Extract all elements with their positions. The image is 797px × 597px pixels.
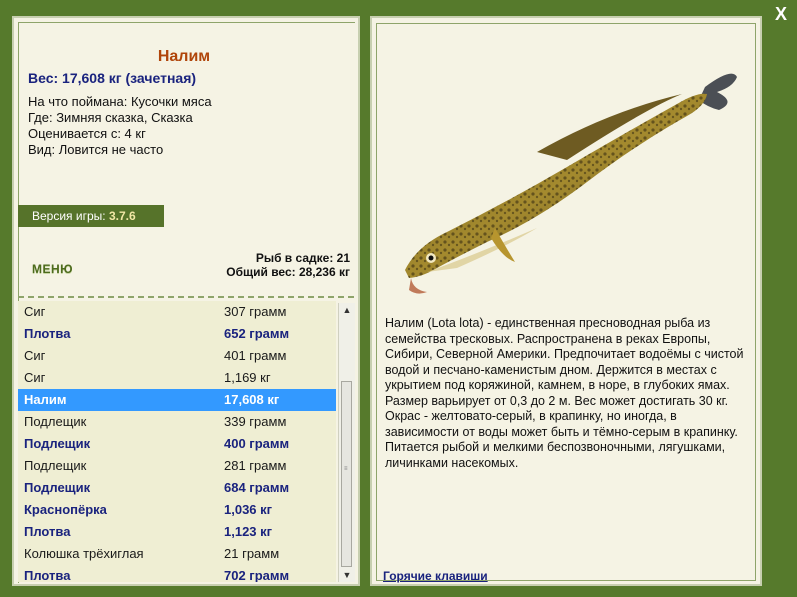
list-item-name: Колюшка трёхиглая: [24, 546, 144, 561]
list-item[interactable]: Подлещик 400 грамм: [18, 433, 336, 455]
list-item[interactable]: Сиг 1,169 кг: [18, 367, 336, 389]
list-item[interactable]: Подлещик 339 грамм: [18, 411, 336, 433]
fish-info-panel: Налим Вес: 17,608 кг (зачетная) На что п…: [12, 16, 360, 586]
list-item[interactable]: Плотва 1,123 кг: [18, 521, 336, 543]
list-item-weight: 684 грамм: [224, 480, 290, 495]
list-item-weight: 400 грамм: [224, 436, 290, 451]
menu-button[interactable]: МЕНЮ: [32, 262, 73, 276]
list-item[interactable]: Сиг 401 грамм: [18, 345, 336, 367]
list-item-weight: 401 грамм: [224, 348, 287, 363]
fish-description: Налим (Lota lota) - единственная преснов…: [385, 316, 744, 470]
list-item-name: Подлещик: [24, 436, 91, 451]
list-item[interactable]: Налим 17,608 кг: [18, 389, 336, 411]
list-item[interactable]: Краснопёрка 1,036 кг: [18, 499, 336, 521]
list-item-name: Налим: [24, 392, 67, 407]
list-item-weight: 281 грамм: [224, 458, 287, 473]
version-label: Версия игры:: [32, 209, 106, 223]
detail-frame: Налим (Lota lota) - единственная преснов…: [376, 23, 756, 583]
list-item-name: Подлещик: [24, 480, 91, 495]
list-item-name: Плотва: [24, 568, 71, 582]
version-value: 3.7.6: [108, 209, 136, 223]
list-item-weight: 1,036 кг: [224, 502, 273, 517]
list-item-weight: 1,169 кг: [224, 370, 271, 385]
version-bar: Версия игры: 3.7.6: [18, 205, 164, 227]
fish-rated-from: Оценивается с: 4 кг: [28, 126, 146, 141]
list-item-weight: 652 грамм: [224, 326, 290, 341]
dashed-divider: [18, 296, 354, 298]
list-item-name: Подлещик: [24, 414, 87, 429]
list-item[interactable]: Подлещик 684 грамм: [18, 477, 336, 499]
scrollbar-thumb[interactable]: ≡: [341, 381, 352, 567]
total-weight: Общий вес: 28,236 кг: [226, 265, 350, 279]
list-item-name: Краснопёрка: [24, 502, 107, 517]
list-item-weight: 702 грамм: [224, 568, 290, 582]
grip-icon: ≡: [344, 466, 348, 472]
fish-name: Налим: [157, 48, 211, 65]
list-item-weight: 21 грамм: [224, 546, 280, 561]
fish-detail-panel: Налим (Lota lota) - единственная преснов…: [370, 16, 762, 586]
fish-weight: Вес: 17,608 кг (зачетная): [28, 70, 197, 86]
list-item-weight: 339 грамм: [224, 414, 287, 429]
list-item-name: Сиг: [24, 304, 46, 319]
fish-rarity: Вид: Ловится не часто: [28, 142, 164, 157]
list-item[interactable]: Колюшка трёхиглая 21 грамм: [18, 543, 336, 565]
scrollbar[interactable]: ▲ ≡ ▼: [338, 303, 355, 582]
list-item-name: Плотва: [24, 524, 71, 539]
list-item-name: Сиг: [24, 348, 46, 363]
catch-list[interactable]: Сиг 307 грамм Плотва 652 грамм Сиг 401 грамм С…: [18, 301, 336, 582]
list-item[interactable]: Плотва 652 грамм: [18, 323, 336, 345]
list-item-name: Подлещик: [24, 458, 87, 473]
list-item[interactable]: Плотва 702 грамм: [18, 565, 336, 582]
burbot-image: [405, 73, 737, 294]
fish-count: Рыб в садке: 21: [255, 251, 350, 265]
close-button[interactable]: X: [771, 4, 791, 24]
list-item-name: Сиг: [24, 370, 46, 385]
fish-bait: На что поймана: Кусочки мяса: [28, 94, 212, 109]
arrow-up-icon[interactable]: ▲: [339, 303, 355, 317]
arrow-down-icon[interactable]: ▼: [339, 568, 355, 582]
list-item[interactable]: Сиг 307 грамм: [18, 301, 336, 323]
fish-body: [405, 73, 737, 294]
list-item-weight: 17,608 кг: [224, 392, 280, 407]
list-item[interactable]: Подлещик 281 грамм: [18, 455, 336, 477]
hotkeys-link[interactable]: Горячие клавиши: [383, 569, 488, 583]
fish-location: Где: Зимняя сказка, Сказка: [28, 110, 193, 125]
list-item-name: Плотва: [24, 326, 71, 341]
list-item-weight: 307 грамм: [224, 304, 287, 319]
list-item-weight: 1,123 кг: [224, 524, 273, 539]
